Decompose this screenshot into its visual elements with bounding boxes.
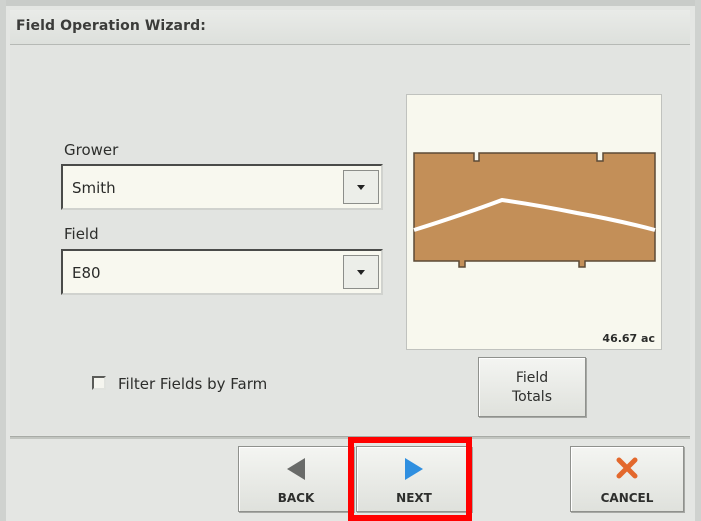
grower-dropdown-button[interactable] [343, 170, 379, 204]
cancel-x-icon [616, 457, 638, 479]
back-button[interactable]: BACK [238, 446, 354, 512]
cancel-button-label: CANCEL [600, 491, 654, 505]
chevron-down-icon [357, 270, 365, 275]
field-dropdown-value: E80 [72, 264, 101, 282]
field-map-preview: 46.67 ac [406, 94, 662, 350]
field-boundary-shape [413, 152, 656, 268]
filter-fields-label: Filter Fields by Farm [118, 375, 268, 393]
cancel-button[interactable]: CANCEL [570, 446, 684, 512]
next-button-label: NEXT [396, 491, 432, 505]
next-arrow-icon [405, 458, 423, 480]
field-totals-label-line2: Totals [512, 389, 552, 405]
filter-fields-checkbox[interactable] [92, 376, 106, 390]
field-boundary-map [413, 152, 656, 268]
window-title: Field Operation Wizard: [16, 18, 206, 34]
top-bezel [0, 0, 701, 6]
field-acreage: 46.67 ac [602, 332, 655, 345]
field-totals-button[interactable]: Field Totals [478, 357, 586, 417]
field-totals-label-line1: Field [515, 370, 549, 386]
left-bezel [0, 0, 6, 521]
grower-label: Grower [64, 141, 119, 159]
grower-dropdown[interactable]: Smith [61, 164, 383, 210]
right-bezel [695, 0, 701, 521]
field-dropdown[interactable]: E80 [61, 249, 383, 295]
footer-divider [10, 436, 690, 439]
wizard-screen: Field Operation Wizard: Grower Smith Fie… [0, 0, 701, 521]
chevron-down-icon [357, 185, 365, 190]
back-button-label: BACK [277, 491, 315, 505]
field-label: Field [64, 225, 99, 243]
grower-dropdown-value: Smith [72, 179, 116, 197]
field-dropdown-button[interactable] [343, 255, 379, 289]
next-button[interactable]: NEXT [356, 446, 472, 512]
back-arrow-icon [287, 458, 305, 480]
